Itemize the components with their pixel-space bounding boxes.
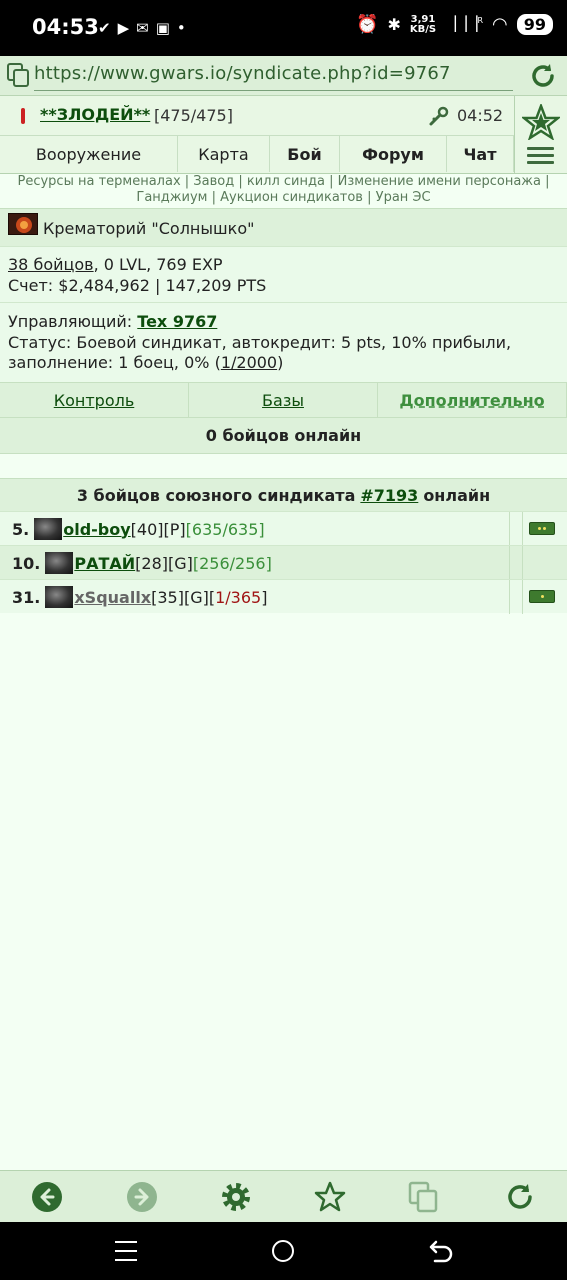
ally-syndicate-link[interactable]: #7193 — [360, 486, 418, 505]
syndicate-emblem-icon — [16, 217, 32, 233]
game-clock: 04:52 — [457, 106, 504, 125]
ally-spacer — [510, 546, 523, 580]
player-link[interactable]: old-boy — [63, 520, 130, 539]
copy-icon[interactable] — [6, 62, 30, 88]
player-link[interactable]: xSquallx — [74, 588, 151, 607]
manager-line: Управляющий: Tex 9767 — [8, 312, 218, 331]
avatar — [45, 552, 74, 574]
back-icon[interactable] — [428, 1238, 454, 1264]
reload-icon[interactable] — [504, 1181, 536, 1213]
ally-spacer — [510, 512, 523, 546]
tabs-icon[interactable] — [408, 1181, 440, 1213]
syndicate-name: Крематорий "Солнышко" — [43, 219, 255, 238]
fill-link[interactable]: 1/2000 — [221, 353, 277, 372]
notification-icons: ✔ ▶ ✉ ▣ • — [98, 19, 186, 37]
app-icon: ▣ — [155, 19, 170, 37]
browser-url-bar: https://www.gwars.io/syndicate.php?id=97… — [0, 56, 567, 96]
syndicate-links: Ресурсы на терменалах | Завод | килл син… — [17, 174, 550, 205]
arrow-left-icon[interactable] — [31, 1181, 63, 1213]
tab-additional[interactable]: Дополнительно — [378, 383, 567, 417]
star-outline-icon[interactable] — [314, 1181, 346, 1213]
syndicate-status: Статус: Боевой синдикат, автокредит: 5 p… — [8, 333, 512, 372]
table-row: 31. xSquallx [35] [G] [1/365] — [0, 579, 567, 614]
table-row: 10. РАТАЙ [28] [G] [256/256] — [0, 545, 567, 580]
tab-bases[interactable]: Базы — [189, 383, 378, 417]
nav-forum[interactable]: Форум — [340, 136, 447, 172]
status-bar: 04:53 ✔ ▶ ✉ ▣ • ⏰ ✱ 3,91 KB/S ▕▕▕R ◠ 99 — [0, 0, 567, 56]
link-terminal-resources[interactable]: Ресурсы на терменалах — [18, 174, 181, 189]
status-right: ⏰ ✱ 3,91 KB/S ▕▕▕R ◠ 99 — [356, 14, 553, 35]
link-auction[interactable]: Аукцион синдикатов — [220, 190, 363, 205]
hp-indicator-bar — [21, 108, 25, 124]
player-link[interactable]: РАТАЙ — [74, 554, 135, 573]
player-hp: [475/475] — [154, 106, 233, 125]
youtube-icon: ▶ — [117, 19, 130, 37]
url-text[interactable]: https://www.gwars.io/syndicate.php?id=97… — [34, 63, 451, 84]
dot-icon: • — [176, 19, 186, 37]
wifi-icon: ◠ — [492, 14, 508, 35]
android-nav-bar — [0, 1222, 567, 1280]
ally-player: 10. РАТАЙ [28] [G] [256/256] — [0, 546, 510, 580]
alarm-icon: ⏰ — [356, 14, 379, 35]
nav-weapons[interactable]: Вооружение — [0, 136, 178, 172]
hamburger-icon[interactable] — [527, 147, 554, 165]
reload-icon[interactable] — [527, 60, 559, 92]
bluetooth-icon: ✱ — [387, 15, 401, 34]
avatar — [34, 518, 63, 540]
gear-icon[interactable] — [220, 1181, 252, 1213]
link-factory[interactable]: Завод — [193, 174, 234, 189]
game-nav: Вооружение Карта Бой Форум Чат — [0, 135, 514, 172]
mail-icon: ✉ — [136, 19, 149, 37]
table-row: 5. old-boy [40] [P] [635/635] — [0, 511, 567, 546]
net-speed: 3,91 KB/S — [409, 13, 437, 35]
link-uranium[interactable]: Уран ЭС — [376, 190, 431, 205]
recent-apps-icon[interactable] — [115, 1241, 137, 1261]
ally-spacer — [510, 580, 523, 614]
syndicate-account: Счет: $2,484,962 | 147,209 PTS — [8, 276, 267, 295]
rank-badge-icon — [529, 590, 555, 603]
star-icon[interactable] — [522, 104, 560, 140]
signal-icon: ▕▕▕R — [445, 16, 484, 33]
battery-indicator: 99 — [516, 14, 553, 35]
nav-battle[interactable]: Бой — [270, 136, 340, 172]
syndicate-stats: 38 бойцов, 0 LVL, 769 EXP — [8, 255, 223, 274]
home-icon[interactable] — [272, 1240, 294, 1262]
syndicate-logo — [8, 213, 38, 235]
tab-control[interactable]: Контроль — [0, 383, 189, 417]
fighters-link[interactable]: 38 бойцов — [8, 255, 94, 274]
rank-badge-icon — [529, 522, 555, 535]
header-divider — [514, 96, 515, 174]
nav-map[interactable]: Карта — [178, 136, 270, 172]
link-rename[interactable]: Изменение имени персонажа — [338, 174, 541, 189]
ally-player: 31. xSquallx [35] [G] [1/365] — [0, 580, 510, 614]
status-time: 04:53 — [32, 15, 99, 39]
player-name-link[interactable]: **ЗЛОДЕЙ** — [40, 105, 150, 124]
link-kill-synd[interactable]: килл синда — [247, 174, 325, 189]
browser-bottom-bar — [0, 1170, 567, 1222]
online-count: 0 бойцов онлайн — [0, 418, 567, 454]
syndicate-tabs: Контроль Базы Дополнительно — [0, 382, 567, 418]
avatar — [45, 586, 74, 608]
ally-header: 3 бойцов союзного синдиката #7193 онлайн — [0, 478, 567, 511]
manager-link[interactable]: Tex 9767 — [137, 312, 217, 331]
url-underline — [34, 90, 513, 91]
wrench-icon[interactable] — [428, 105, 450, 127]
vk-icon: ✔ — [98, 19, 111, 37]
nav-chat[interactable]: Чат — [447, 136, 514, 172]
ally-player: 5. old-boy [40] [P] [635/635] — [0, 512, 510, 546]
arrow-right-icon[interactable] — [126, 1181, 158, 1213]
link-ganjium[interactable]: Ганджиум — [136, 190, 207, 205]
